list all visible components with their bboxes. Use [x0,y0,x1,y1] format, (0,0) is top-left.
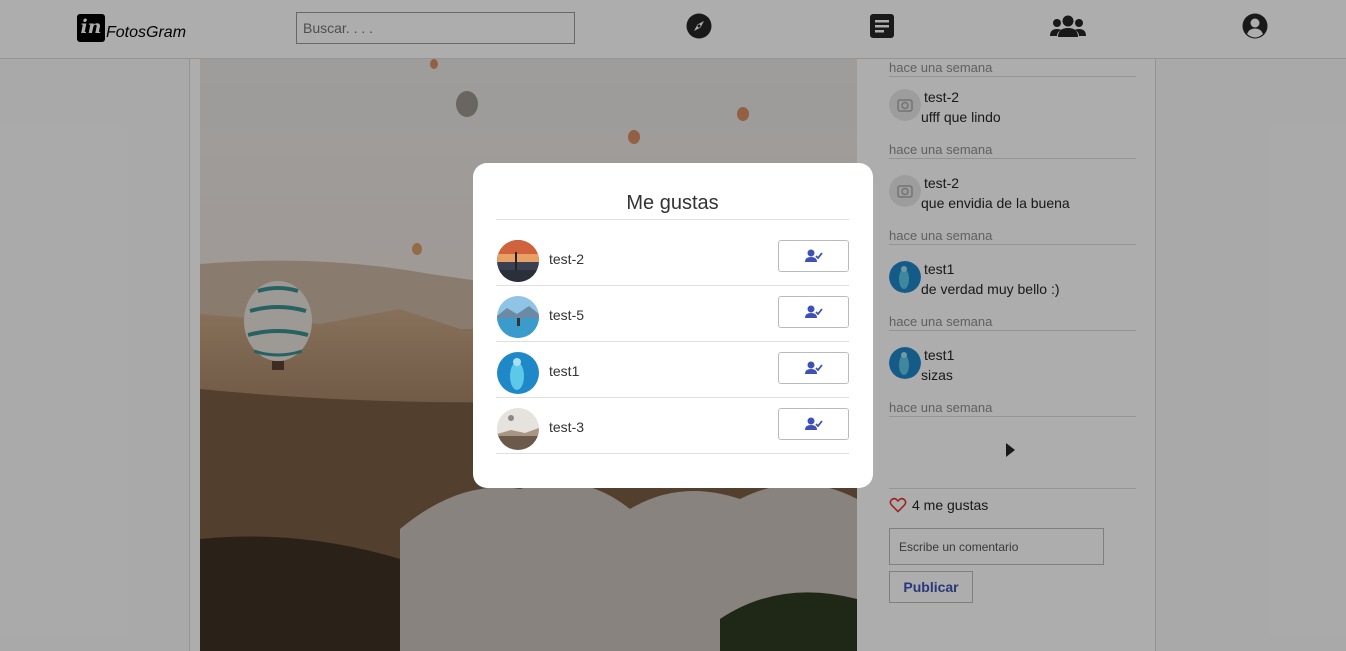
liker-row: test-2 [496,230,849,286]
likes-modal: Me gustas test-2 test-5 test1 test-3 [473,163,873,488]
liker-row: test-5 [496,286,849,342]
user-check-icon [804,305,823,318]
avatar[interactable] [497,296,539,338]
liker-name[interactable]: test1 [549,363,579,379]
likers-list: test-2 test-5 test1 test-3 [496,230,849,454]
follow-button[interactable] [778,352,849,384]
avatar[interactable] [497,240,539,282]
user-check-icon [804,417,823,430]
follow-button[interactable] [778,240,849,272]
liker-row: test-3 [496,398,849,454]
modal-title: Me gustas [496,191,849,220]
follow-button[interactable] [778,296,849,328]
liker-name[interactable]: test-2 [549,251,584,267]
user-check-icon [804,361,823,374]
liker-row: test1 [496,342,849,398]
liker-name[interactable]: test-5 [549,307,584,323]
avatar[interactable] [497,352,539,394]
user-check-icon [804,249,823,262]
liker-name[interactable]: test-3 [549,419,584,435]
avatar[interactable] [497,408,539,450]
follow-button[interactable] [778,408,849,440]
